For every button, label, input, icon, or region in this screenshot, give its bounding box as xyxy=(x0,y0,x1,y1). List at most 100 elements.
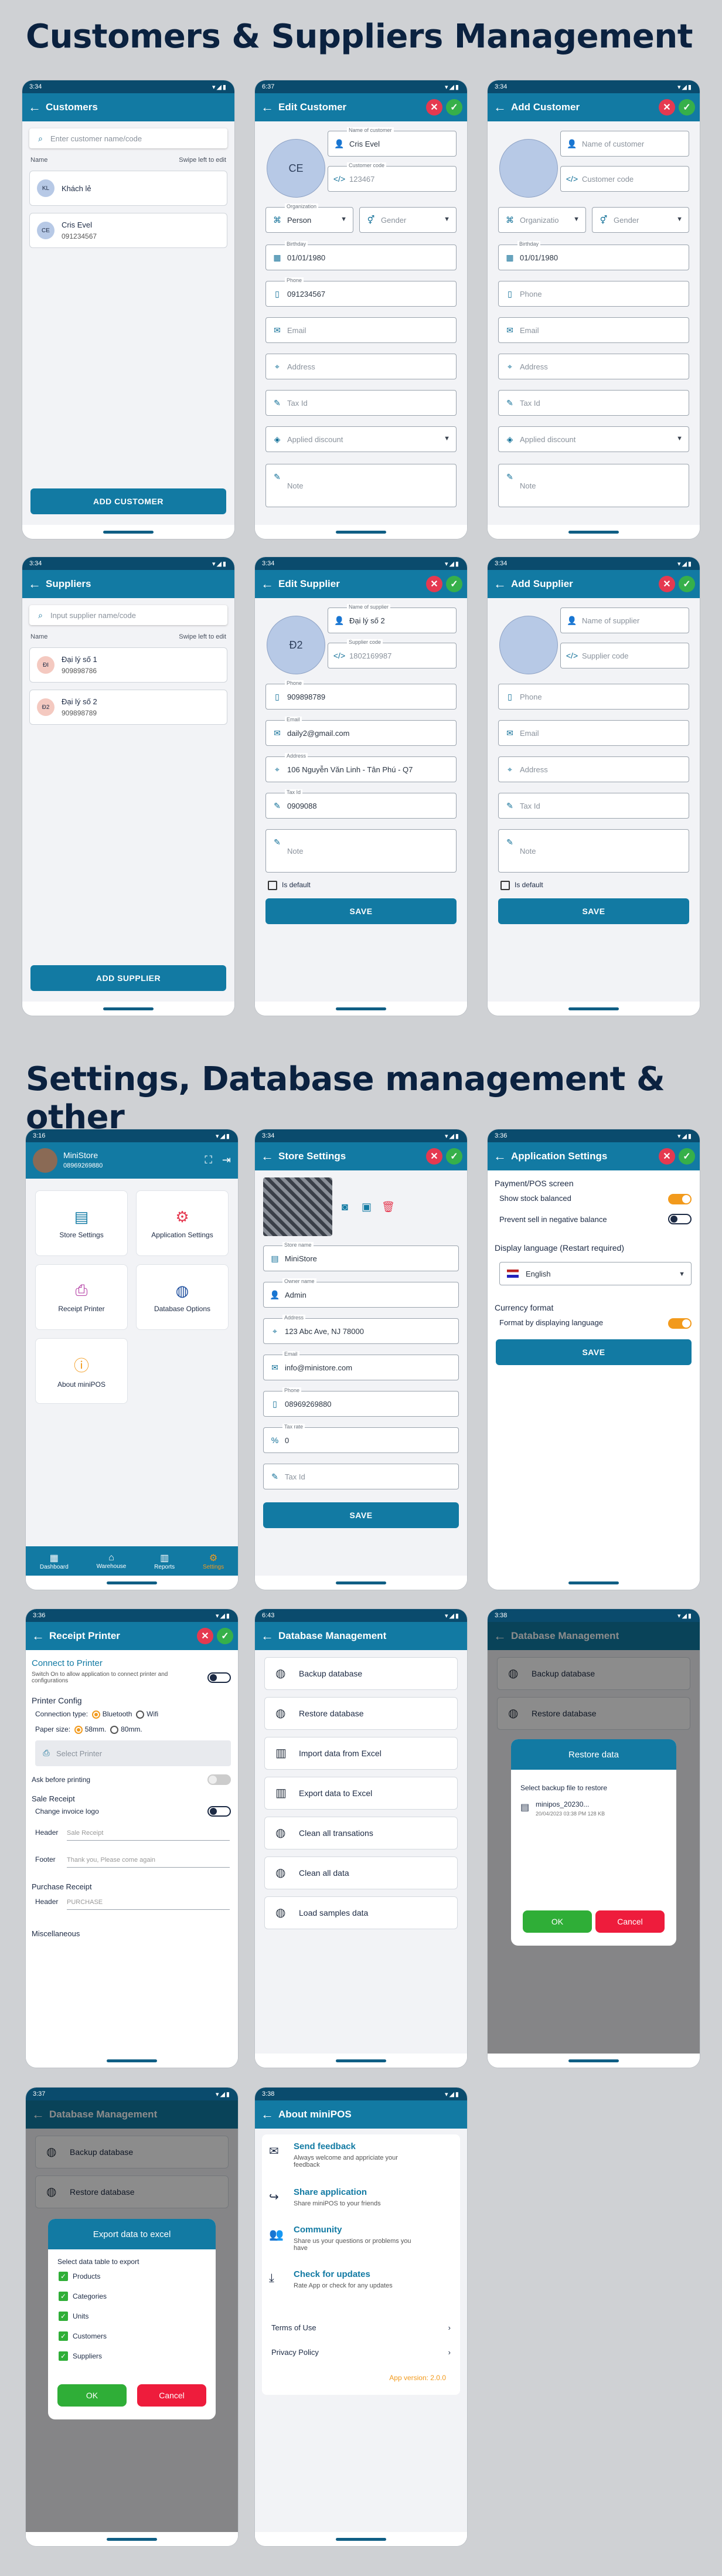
check-icon[interactable]: ✓ xyxy=(679,1148,695,1165)
organization-select[interactable]: Organization ⌘ Person ▼ xyxy=(265,203,353,233)
ok-button[interactable]: OK xyxy=(57,2384,127,2407)
show-stock-toggle[interactable] xyxy=(668,1194,692,1204)
load-samples-item[interactable]: ◍ Load samples data xyxy=(264,1896,458,1929)
export-categories-checkbox[interactable]: ✓ Categories xyxy=(59,2292,107,2301)
change-logo-toggle[interactable] xyxy=(207,1806,231,1817)
note-field[interactable]: ✎ Note xyxy=(265,829,457,873)
list-item[interactable]: CE Cris Evel 091234567 xyxy=(29,213,227,248)
tax-rate-field[interactable]: Tax rate% 0 xyxy=(263,1424,459,1453)
trash-icon[interactable]: 🗑 xyxy=(382,1201,395,1213)
organization-select[interactable]: ⌘ Organizatio ▼ xyxy=(498,207,586,233)
phone-field[interactable]: Phone ▯ 091234567 xyxy=(265,277,457,307)
discount-select[interactable]: ◈ Applied discount ▼ xyxy=(265,426,457,452)
camera-icon[interactable]: ◙ xyxy=(342,1201,348,1213)
export-excel-item[interactable]: ▥ Export data to Excel xyxy=(264,1777,458,1810)
customer-name-field[interactable]: 👤 Name of customer xyxy=(560,131,689,157)
avatar[interactable] xyxy=(499,139,558,198)
language-select[interactable]: English ▼ xyxy=(499,1262,692,1285)
close-icon[interactable]: ✕ xyxy=(426,576,442,592)
back-arrow-icon[interactable]: ← xyxy=(493,100,511,115)
format-toggle[interactable] xyxy=(668,1318,692,1329)
gallery-icon[interactable]: ▣ xyxy=(362,1201,372,1213)
close-icon[interactable]: ✕ xyxy=(426,99,442,116)
back-arrow-icon[interactable]: ← xyxy=(261,1628,278,1644)
phone-field[interactable]: Phone ▯ 909898789 xyxy=(265,680,457,710)
email-field[interactable]: ✉ Email xyxy=(498,317,689,343)
email-field[interactable]: Email ✉ info@ministore.com xyxy=(263,1351,459,1380)
note-field[interactable]: ✎ Note xyxy=(498,464,689,507)
note-field[interactable]: ✎ Note xyxy=(265,464,457,507)
export-customers-checkbox[interactable]: ✓ Customers xyxy=(59,2331,107,2341)
save-button[interactable]: SAVE xyxy=(265,898,457,924)
backup-file-item[interactable]: ▤ minipos_20230... 20/04/2023 03:38 PM 1… xyxy=(520,1798,667,1824)
search-input[interactable]: ⌕ Enter customer name/code xyxy=(29,128,227,148)
gender-select[interactable]: ⚥ Gender ▼ xyxy=(359,207,457,233)
close-icon[interactable]: ✕ xyxy=(426,1148,442,1165)
store-logo-image[interactable] xyxy=(263,1177,332,1236)
footer-input[interactable]: Thank you, Please come again xyxy=(67,1857,155,1864)
paper-80-radio[interactable] xyxy=(110,1725,119,1734)
tax-id-field[interactable]: Tax Id ✎ 0909088 xyxy=(265,789,457,819)
cancel-button[interactable]: Cancel xyxy=(595,1910,665,1933)
community-item[interactable]: 👥 Community Share us your questions or p… xyxy=(269,2225,453,2266)
address-field[interactable]: Address ⌖ 106 Nguyễn Văn Linh - Tân Phú - … xyxy=(265,753,457,782)
supplier-name-field[interactable]: Name of supplier 👤 Đại lý số 2 xyxy=(328,604,457,633)
email-field[interactable]: ✉ Email xyxy=(265,317,457,343)
address-field[interactable]: Address ⌖ 123 Abc Ave, NJ 78000 xyxy=(263,1315,459,1344)
nav-reports[interactable]: ▥ Reports xyxy=(154,1552,175,1570)
search-input[interactable]: ⌕ Input supplier name/code xyxy=(29,605,227,625)
tax-id-field[interactable]: ✎ Tax Id xyxy=(498,390,689,416)
wifi-radio[interactable] xyxy=(136,1710,145,1719)
feedback-item[interactable]: ✉ Send feedback Always welcome and appri… xyxy=(269,2141,453,2183)
paper-58-radio[interactable] xyxy=(74,1725,83,1734)
is-default-checkbox[interactable]: Is default xyxy=(500,881,543,890)
back-arrow-icon[interactable]: ← xyxy=(32,1628,49,1644)
header2-input[interactable]: PURCHASE xyxy=(67,1899,103,1906)
check-icon[interactable]: ✓ xyxy=(679,576,695,592)
nav-settings[interactable]: ⚙ Settings xyxy=(203,1552,224,1570)
phone-field[interactable]: Phone ▯ 08969269880 xyxy=(263,1387,459,1417)
tile-database-options[interactable]: ◍ Database Options xyxy=(136,1264,229,1330)
check-icon[interactable]: ✓ xyxy=(679,99,695,116)
check-icon[interactable]: ✓ xyxy=(446,576,462,592)
back-arrow-icon[interactable]: ← xyxy=(261,2107,278,2122)
tax-id-field[interactable]: ✎ Tax Id xyxy=(263,1464,459,1489)
close-icon[interactable]: ✕ xyxy=(659,99,675,116)
customer-code-field[interactable]: Customer code </> 123467 xyxy=(328,162,457,192)
birthday-field[interactable]: Birthday ▦ 01/01/1980 xyxy=(498,241,689,270)
back-arrow-icon[interactable]: ← xyxy=(28,100,46,115)
phone-field[interactable]: ▯ Phone xyxy=(498,684,689,710)
nav-warehouse[interactable]: ⌂ Warehouse xyxy=(97,1553,127,1570)
back-arrow-icon[interactable]: ← xyxy=(261,1149,278,1164)
customer-name-field[interactable]: Name of customer 👤 Cris Evel xyxy=(328,127,457,157)
back-arrow-icon[interactable]: ← xyxy=(493,576,511,592)
tile-about-minipos[interactable]: ⓘ About miniPOS xyxy=(35,1338,128,1404)
ok-button[interactable]: OK xyxy=(523,1910,592,1933)
save-button[interactable]: SAVE xyxy=(496,1339,692,1365)
email-field[interactable]: Email ✉ daily2@gmail.com xyxy=(265,717,457,746)
avatar[interactable] xyxy=(499,616,558,674)
back-arrow-icon[interactable]: ← xyxy=(261,100,278,115)
scan-icon[interactable]: ⛶ xyxy=(205,1154,212,1166)
customer-code-field[interactable]: </> Customer code xyxy=(560,166,689,192)
add-supplier-button[interactable]: ADD SUPPLIER xyxy=(30,965,226,991)
tile-receipt-printer[interactable]: ⎙ Receipt Printer xyxy=(35,1264,128,1330)
birthday-field[interactable]: Birthday ▦ 01/01/1980 xyxy=(265,241,457,270)
supplier-code-field[interactable]: </> Supplier code xyxy=(560,643,689,668)
address-field[interactable]: ⌖ Address xyxy=(265,354,457,379)
close-icon[interactable]: ✕ xyxy=(659,576,675,592)
address-field[interactable]: ⌖ Address xyxy=(498,354,689,379)
restore-database-item[interactable]: ◍ Restore database xyxy=(264,1697,458,1730)
tax-id-field[interactable]: ✎ Tax Id xyxy=(498,793,689,819)
export-suppliers-checkbox[interactable]: ✓ Suppliers xyxy=(59,2351,102,2361)
updates-item[interactable]: ⤓ Check for updates Rate App or check fo… xyxy=(269,2269,453,2305)
address-field[interactable]: ⌖ Address xyxy=(498,756,689,782)
check-icon[interactable]: ✓ xyxy=(446,99,462,116)
logout-icon[interactable]: ⇥ xyxy=(222,1154,231,1166)
back-arrow-icon[interactable]: ← xyxy=(493,1149,511,1164)
ask-before-toggle[interactable] xyxy=(207,1774,231,1785)
tax-id-field[interactable]: ✎ Tax Id xyxy=(265,390,457,416)
discount-select[interactable]: ◈ Applied discount ▼ xyxy=(498,426,689,452)
list-item[interactable]: KL Khách lẻ xyxy=(29,171,227,206)
store-name-field[interactable]: Store name ▤ MiniStore xyxy=(263,1242,459,1271)
